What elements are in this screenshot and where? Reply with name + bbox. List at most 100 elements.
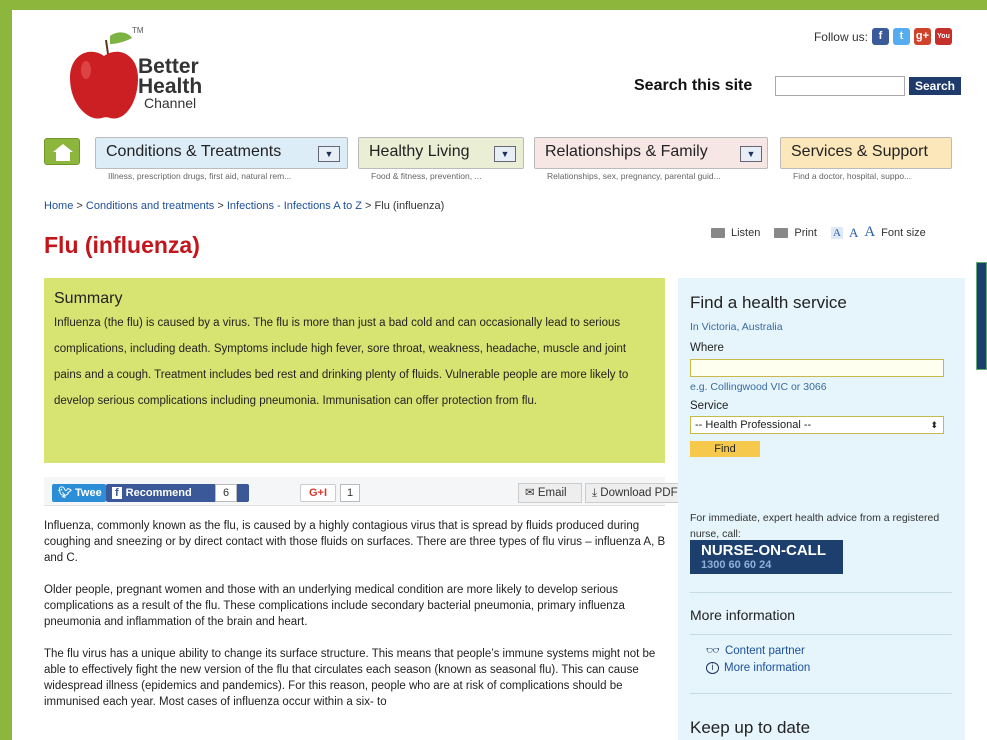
search-label: Search this site <box>634 77 753 94</box>
breadcrumb-conditions[interactable]: Conditions and treatments <box>86 200 214 212</box>
breadcrumb-sep: > <box>214 200 227 212</box>
search-button[interactable]: Search <box>909 77 961 95</box>
nurse-info-text: For immediate, expert health advice from… <box>690 512 940 540</box>
home-roof <box>53 144 73 152</box>
left-border <box>0 0 12 740</box>
nav-healthy-living[interactable]: Healthy Living ▼ <box>358 137 524 169</box>
nav-label: Relationships & Family <box>545 143 708 160</box>
page-tools: Listen Print A A A Font size <box>711 224 926 241</box>
nurse-logo-text: NURSE-ON-CALL <box>701 542 826 559</box>
divider <box>690 592 952 593</box>
page-title: Flu (influenza) <box>44 232 200 258</box>
more-info-heading: More information <box>690 607 796 623</box>
service-select[interactable]: -- Health Professional -- ⬍ <box>690 416 944 434</box>
follow-label: Follow us: <box>813 29 868 44</box>
where-input[interactable] <box>690 359 944 377</box>
article-paragraph: Older people, pregnant women and those w… <box>44 584 625 628</box>
tweet-button[interactable]: 🐦︎ Twee <box>52 484 106 502</box>
font-size-small[interactable]: A <box>830 226 843 239</box>
font-size-large[interactable]: A <box>864 224 875 241</box>
printer-icon[interactable] <box>774 227 789 238</box>
summary-box: Summary Influenza (the flu) is caused by… <box>44 278 665 463</box>
google-plus-icon[interactable]: g+ <box>914 28 931 45</box>
home-icon[interactable] <box>44 138 80 165</box>
where-label: Where <box>690 342 724 354</box>
breadcrumb-home[interactable]: Home <box>44 200 73 212</box>
nurse-logo-number: 1300 60 60 24 <box>701 559 772 571</box>
breadcrumb-sep: > <box>73 200 86 212</box>
info-icon: i <box>706 662 719 674</box>
nav-services-support[interactable]: Services & Support <box>780 137 952 169</box>
tweet-label: Twee <box>75 487 102 499</box>
youtube-icon[interactable]: You <box>935 28 952 45</box>
find-service-heading: Find a health service <box>690 293 847 312</box>
service-selected: -- Health Professional -- <box>695 419 812 431</box>
sidebar: Find a health service In Victoria, Austr… <box>678 278 965 740</box>
nav-sub-healthy-living: Food & fitness, prevention, ... <box>371 171 482 181</box>
gplus-count: 1 <box>340 484 360 502</box>
chevron-down-icon[interactable]: ▼ <box>740 146 762 162</box>
top-border <box>0 0 987 10</box>
email-button[interactable]: ✉ Email <box>518 483 582 503</box>
search-input[interactable] <box>775 76 905 96</box>
breadcrumb-infections[interactable]: Infections - Infections A to Z <box>227 200 362 212</box>
recommend-count: 6 <box>215 484 237 502</box>
chevron-down-icon[interactable]: ▼ <box>494 146 516 162</box>
font-size-label: Font size <box>881 226 926 239</box>
breadcrumb-current: Flu (influenza) <box>374 200 445 212</box>
facebook-f-icon: f <box>112 487 122 499</box>
listen-link[interactable]: Listen <box>731 227 760 239</box>
envelope-icon: ✉ <box>525 487 535 499</box>
content-partner-label: Content partner <box>724 644 805 657</box>
divider <box>690 693 952 694</box>
select-arrows-icon: ⬍ <box>930 420 938 430</box>
summary-heading: Summary <box>54 290 123 307</box>
nav-sub-services: Find a doctor, hospital, suppo... <box>793 171 912 181</box>
page: TM Better Health Channel Follow us: f t … <box>0 0 987 740</box>
keep-up-to-date-heading: Keep up to date <box>690 718 811 737</box>
download-icon: ⤓ <box>592 487 598 499</box>
nurse-on-call-logo[interactable]: NURSE-ON-CALL 1300 60 60 24 <box>690 540 843 574</box>
article-paragraph: The flu virus has a unique ability to ch… <box>44 648 656 708</box>
service-label: Service <box>690 400 729 412</box>
where-hint: e.g. Collingwood VIC or 3066 <box>690 381 827 393</box>
nav-label: Services & Support <box>791 143 928 160</box>
nav-label: Healthy Living <box>369 143 470 160</box>
summary-text: Influenza (the flu) is caused by a virus… <box>54 317 629 407</box>
twitter-icon[interactable]: t <box>893 28 910 45</box>
trademark-mark: TM <box>132 26 144 35</box>
breadcrumb: Home > Conditions and treatments > Infec… <box>44 200 444 212</box>
content-partner-link[interactable]: 👓︎ Content partner <box>706 644 805 658</box>
facebook-icon[interactable]: f <box>872 28 889 45</box>
chevron-down-icon[interactable]: ▼ <box>318 146 340 162</box>
follow-us: Follow us: f t g+ You <box>814 28 952 45</box>
recommend-label: Recommend <box>125 487 192 499</box>
nav-sub-relationships: Relationships, sex, pregnancy, parental … <box>547 171 721 181</box>
share-bar: 🐦︎ Twee f Recommend 6 G+I 1 ✉ Email ⤓ Dow… <box>44 477 701 506</box>
font-size-medium[interactable]: A <box>849 225 858 241</box>
brand-name: Better Health Channel <box>138 56 202 111</box>
apple-logo-icon <box>70 32 138 119</box>
breadcrumb-sep: > <box>362 200 375 212</box>
email-label: Email <box>537 487 567 499</box>
nav-conditions-treatments[interactable]: Conditions & Treatments ▼ <box>95 137 348 169</box>
more-information-link[interactable]: i More information <box>706 662 810 674</box>
region-text: In Victoria, Australia <box>690 321 783 333</box>
binoculars-icon: 👓︎ <box>706 645 720 657</box>
article-paragraph: Influenza, commonly known as the flu, is… <box>44 520 666 564</box>
feedback-side-tab[interactable] <box>976 262 987 370</box>
pdf-label: Download PDF <box>600 487 678 499</box>
speaker-icon[interactable] <box>711 227 725 238</box>
nav-sub-conditions: Illness, prescription drugs, first aid, … <box>108 171 292 181</box>
more-information-label: More information <box>724 662 811 674</box>
print-link[interactable]: Print <box>794 227 817 239</box>
nav-relationships-family[interactable]: Relationships & Family ▼ <box>534 137 768 169</box>
article-body: Influenza, commonly known as the flu, is… <box>44 518 669 726</box>
twitter-bird-icon: 🐦︎ <box>58 487 72 499</box>
google-plus-button[interactable]: G+I <box>300 484 336 502</box>
brand-line-3: Channel <box>144 95 197 111</box>
home-base <box>56 152 70 161</box>
divider <box>690 634 952 635</box>
find-button[interactable]: Find <box>690 441 760 457</box>
nav-label: Conditions & Treatments <box>106 143 282 160</box>
